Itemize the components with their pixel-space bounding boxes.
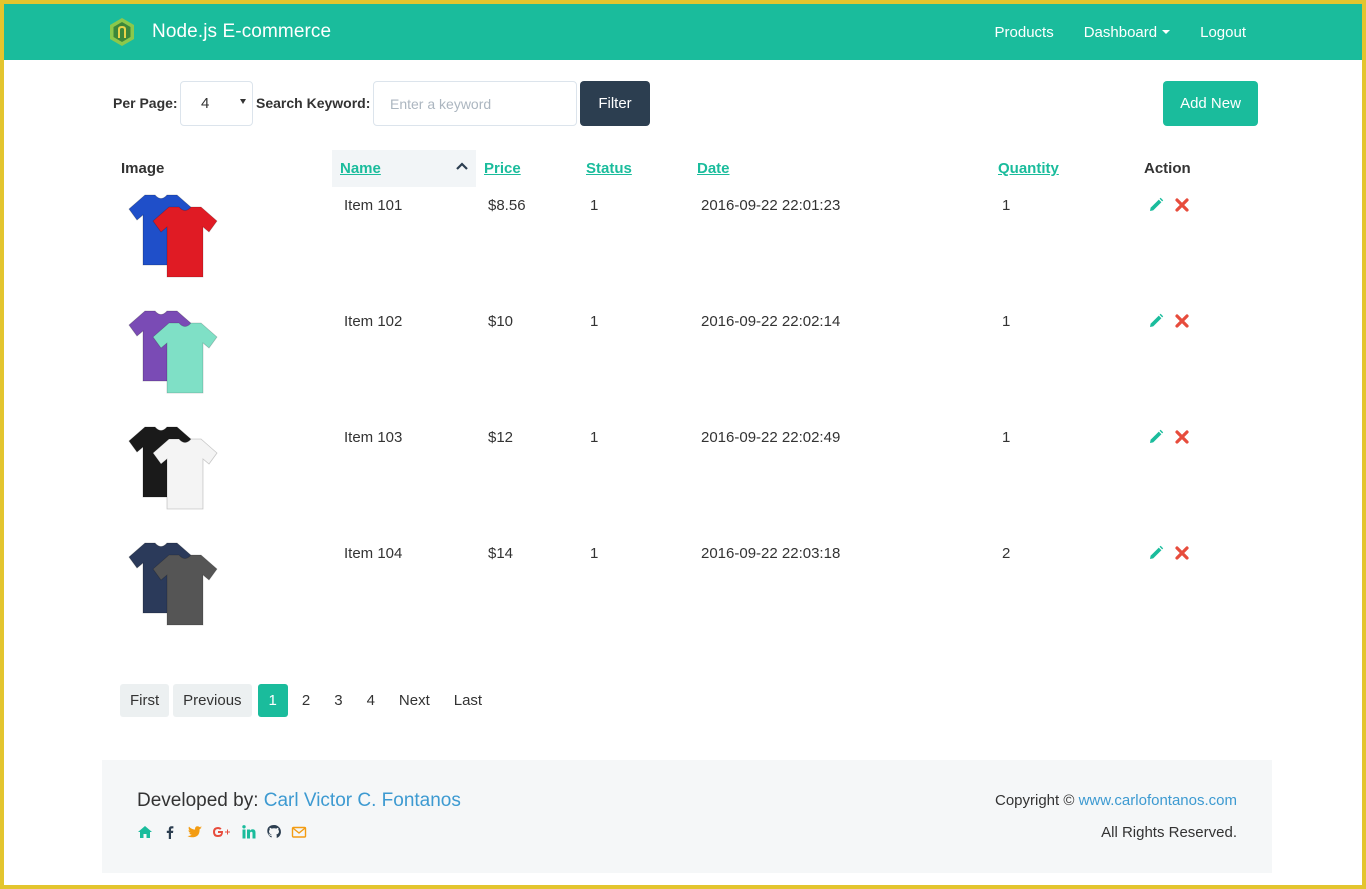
- social-icons: [137, 824, 316, 840]
- product-image: [123, 537, 227, 641]
- cell-name: Item 102: [344, 313, 403, 330]
- cell-status: 1: [590, 545, 599, 562]
- cell-date: 2016-09-22 22:02:49: [701, 429, 841, 446]
- cell-date: 2016-09-22 22:01:23: [701, 197, 841, 214]
- header-name-sort[interactable]: Name: [332, 150, 476, 187]
- header-date[interactable]: Date: [697, 150, 730, 187]
- nav-dashboard-dropdown[interactable]: Dashboard: [1083, 23, 1171, 41]
- website-link[interactable]: www.carlofontanos.com: [1079, 792, 1237, 809]
- page-previous[interactable]: Previous: [173, 684, 252, 717]
- google-plus-icon[interactable]: [212, 824, 232, 840]
- page-3[interactable]: 3: [324, 684, 352, 717]
- developer-link[interactable]: Carl Victor C. Fontanos: [264, 790, 461, 811]
- envelope-icon[interactable]: [291, 824, 307, 840]
- nodejs-logo-icon: [110, 18, 134, 46]
- copyright-label: Copyright ©: [995, 792, 1075, 809]
- cell-status: 1: [590, 429, 599, 446]
- filter-button[interactable]: Filter: [580, 81, 650, 126]
- cell-quantity: 1: [1002, 197, 1011, 214]
- header-price[interactable]: Price: [484, 150, 521, 187]
- copyright: Copyright © www.carlofontanos.com: [995, 792, 1237, 809]
- table-body: Item 101 $8.56 1 2016-09-22 22:01:23 1 Item 1…: [118, 187, 1258, 651]
- page-last[interactable]: Last: [444, 684, 492, 717]
- header-image: Image: [121, 160, 165, 177]
- tshirt-image: [128, 542, 218, 626]
- twitter-icon[interactable]: [187, 824, 203, 840]
- cell-price: $14: [488, 545, 514, 562]
- nav-products[interactable]: Products: [995, 24, 1054, 41]
- tshirt-image: [128, 310, 218, 394]
- facebook-icon[interactable]: [162, 824, 178, 840]
- per-page-select[interactable]: 4: [180, 81, 253, 126]
- edit-pencil-icon[interactable]: [1148, 197, 1164, 213]
- page-first[interactable]: First: [120, 684, 170, 717]
- app-frame: Node.js E-commerce Products Dashboard Lo…: [0, 0, 1366, 889]
- cell-name: Item 101: [344, 197, 403, 214]
- tshirt-image: [128, 194, 218, 278]
- product-image: [123, 189, 227, 293]
- edit-pencil-icon[interactable]: [1148, 545, 1164, 561]
- delete-x-icon[interactable]: [1174, 429, 1190, 445]
- table-row: Item 104 $14 1 2016-09-22 22:03:18 2: [118, 535, 1258, 651]
- select-arrow-icon: [240, 99, 246, 104]
- page-1[interactable]: 1: [257, 684, 288, 717]
- add-new-button[interactable]: Add New: [1163, 81, 1258, 126]
- search-keyword-label: Search Keyword:: [256, 95, 371, 111]
- cell-date: 2016-09-22 22:02:14: [701, 313, 841, 330]
- cell-status: 1: [590, 313, 599, 330]
- cell-date: 2016-09-22 22:03:18: [701, 545, 841, 562]
- cell-name: Item 104: [344, 545, 403, 562]
- products-table: Image Name Price Status Date Quantity Ac…: [118, 150, 1258, 651]
- delete-x-icon[interactable]: [1174, 197, 1190, 213]
- brand[interactable]: Node.js E-commerce: [108, 17, 331, 47]
- chevron-up-icon: [456, 162, 468, 170]
- linkedin-icon[interactable]: [241, 824, 257, 840]
- header-quantity[interactable]: Quantity: [998, 150, 1059, 187]
- search-keyword-input[interactable]: [373, 81, 577, 126]
- tshirt-image: [128, 426, 218, 510]
- all-rights-reserved: All Rights Reserved.: [1101, 824, 1237, 841]
- table-row: Item 101 $8.56 1 2016-09-22 22:01:23 1: [118, 187, 1258, 303]
- nav-links: Products Dashboard Logout: [965, 4, 1246, 60]
- cell-quantity: 1: [1002, 429, 1011, 446]
- header-action: Action: [1144, 160, 1191, 177]
- per-page-value: 4: [201, 95, 210, 112]
- caret-down-icon: [1162, 30, 1171, 34]
- developed-by-label: Developed by:: [137, 790, 259, 811]
- product-image: [123, 305, 227, 409]
- nav-logout[interactable]: Logout: [1200, 24, 1246, 41]
- cell-quantity: 2: [1002, 545, 1011, 562]
- page-4[interactable]: 4: [357, 684, 385, 717]
- per-page-label: Per Page:: [113, 95, 178, 111]
- table-row: Item 103 $12 1 2016-09-22 22:02:49 1: [118, 419, 1258, 535]
- cell-name: Item 103: [344, 429, 403, 446]
- edit-pencil-icon[interactable]: [1148, 429, 1164, 445]
- footer: Developed by: Carl Victor C. Fontanos Co…: [102, 760, 1272, 873]
- cell-price: $8.56: [488, 197, 526, 214]
- header-status[interactable]: Status: [586, 150, 632, 187]
- brand-title: Node.js E-commerce: [152, 21, 332, 42]
- cell-status: 1: [590, 197, 599, 214]
- github-icon[interactable]: [266, 824, 282, 840]
- filter-bar: Per Page: 4 Search Keyword: Filter Add N…: [113, 81, 1258, 127]
- header-name: Name: [340, 160, 381, 177]
- delete-x-icon[interactable]: [1174, 313, 1190, 329]
- edit-pencil-icon[interactable]: [1148, 313, 1164, 329]
- developed-by: Developed by: Carl Victor C. Fontanos: [137, 790, 461, 812]
- page-next[interactable]: Next: [389, 684, 440, 717]
- navbar: Node.js E-commerce Products Dashboard Lo…: [4, 4, 1362, 60]
- delete-x-icon[interactable]: [1174, 545, 1190, 561]
- product-image: [123, 421, 227, 525]
- cell-quantity: 1: [1002, 313, 1011, 330]
- pagination: First Previous 1 2 3 4 Next Last: [120, 684, 496, 717]
- cell-price: $12: [488, 429, 514, 446]
- nav-dashboard-label: Dashboard: [1083, 23, 1158, 41]
- page-2[interactable]: 2: [292, 684, 320, 717]
- table-row: Item 102 $10 1 2016-09-22 22:02:14 1: [118, 303, 1258, 419]
- home-icon[interactable]: [137, 824, 153, 840]
- cell-price: $10: [488, 313, 514, 330]
- table-header: Image Name Price Status Date Quantity Ac…: [118, 150, 1258, 187]
